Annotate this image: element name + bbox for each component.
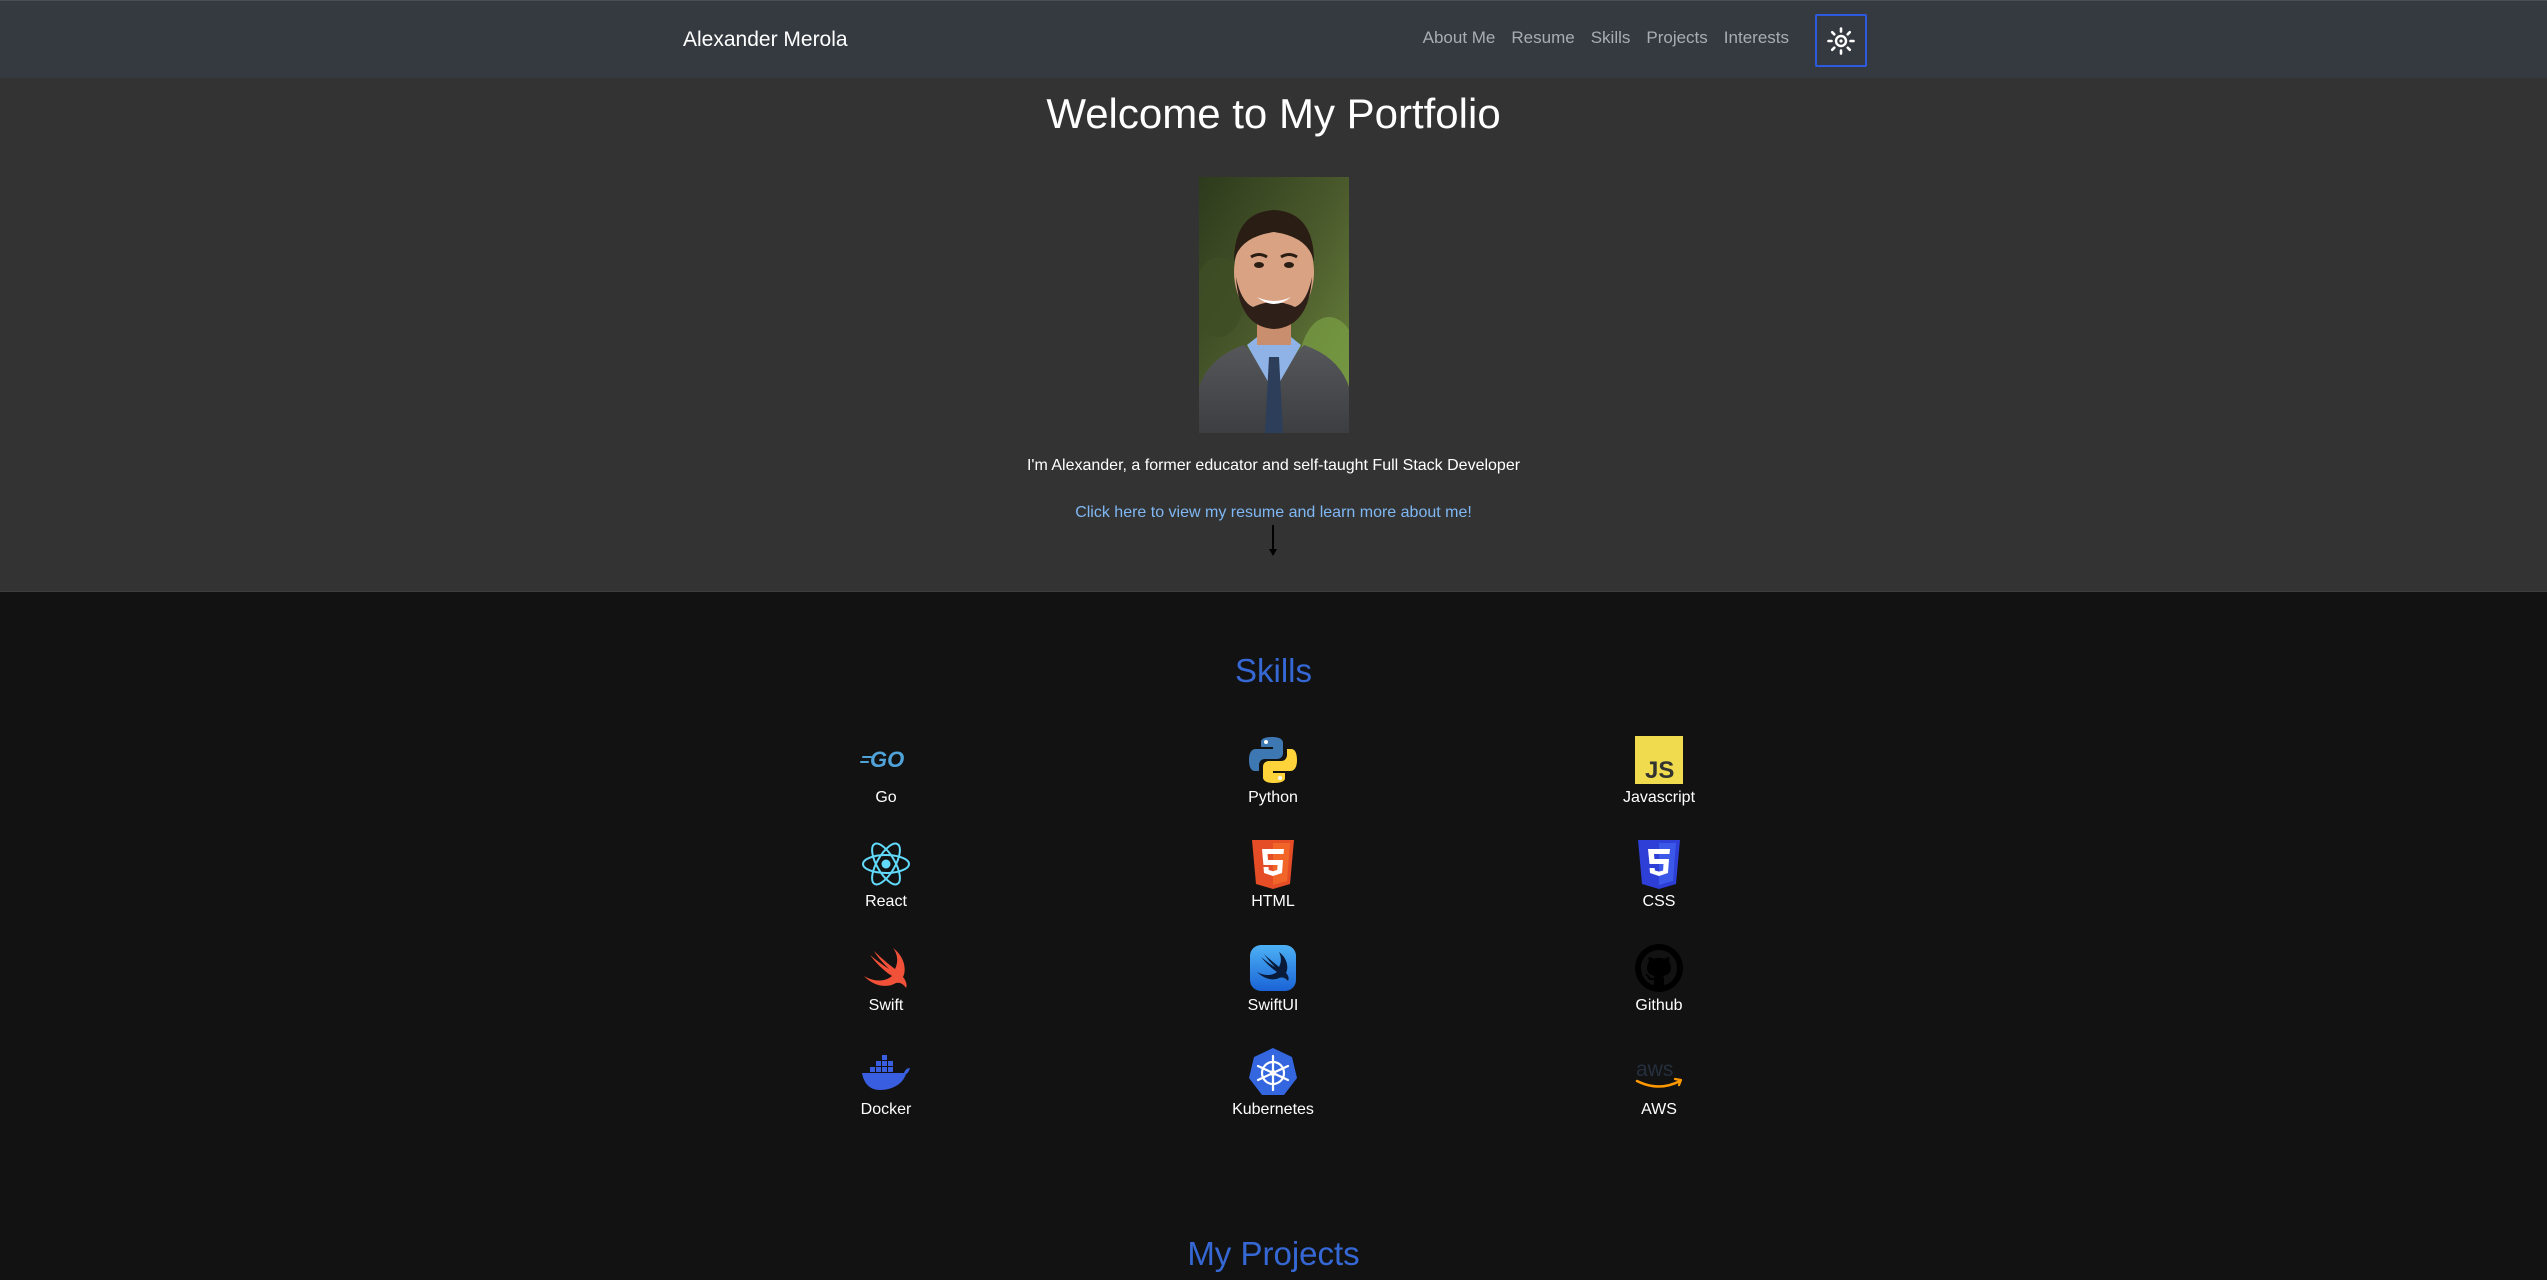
skill-go: GO Go [806,734,966,808]
svg-text:aws: aws [1636,1058,1673,1081]
javascript-icon: JS [1635,736,1683,784]
top-navbar: Alexander Merola About Me Resume Skills … [0,0,2547,78]
resume-link[interactable]: Click here to view my resume and learn m… [1075,504,1472,521]
nav-links: About Me Resume Skills Projects Interest… [1415,27,1797,49]
aws-icon: aws [1635,1058,1683,1088]
nav-link-resume[interactable]: Resume [1503,27,1582,49]
skill-label: Swift [868,997,904,1014]
skill-javascript: JS Javascript [1579,734,1739,808]
html5-icon [1252,840,1294,889]
skill-label: CSS [1642,893,1676,910]
skill-css: CSS [1579,838,1739,912]
svg-text:JS: JS [1645,757,1674,784]
css3-icon [1638,840,1680,889]
skill-label: Github [1635,997,1683,1014]
hero-tagline: I'm Alexander, a former educator and sel… [1026,457,1521,474]
skill-github: Github [1579,942,1739,1016]
skill-python: Python [1193,734,1353,808]
skill-kubernetes: Kubernetes [1193,1046,1353,1120]
swift-icon [864,948,907,988]
hero-section: Welcome to My Portfolio I'm Alexander, a… [0,78,2547,592]
react-icon [862,842,910,886]
skill-label: Python [1248,789,1298,806]
skill-label: AWS [1641,1101,1677,1118]
skill-html: HTML [1193,838,1353,912]
skill-aws: aws AWS [1579,1046,1739,1120]
skill-swift: Swift [806,942,966,1016]
skill-label: Kubernetes [1232,1101,1314,1118]
skill-label: React [865,893,907,910]
skill-label: Go [875,789,897,806]
skill-swiftui: SwiftUI [1193,942,1353,1016]
skills-heading: Skills [1234,652,1312,689]
theme-toggle-button[interactable] [1815,14,1867,67]
hero-title: Welcome to My Portfolio [1046,90,1501,137]
hero-resume-link-wrap: Click here to view my resume and learn m… [0,502,2547,524]
github-icon [1635,944,1683,992]
nav-link-projects[interactable]: Projects [1638,27,1715,49]
nav-link-interests[interactable]: Interests [1716,27,1797,49]
swiftui-icon [1250,945,1296,991]
skill-label: Javascript [1622,789,1696,806]
go-icon: GO [860,747,904,772]
docker-icon [862,1055,910,1090]
nav-link-about-me[interactable]: About Me [1415,27,1504,49]
skill-docker: Docker [806,1046,966,1120]
python-icon [1249,737,1297,783]
brand-link[interactable]: Alexander Merola [683,26,848,54]
profile-photo [1199,177,1349,433]
skill-label: SwiftUI [1247,997,1299,1014]
skill-label: HTML [1251,893,1295,910]
skill-label: Docker [860,1101,912,1118]
sun-icon [1827,26,1855,55]
kubernetes-icon [1249,1048,1297,1095]
arrow-down-icon [1269,525,1277,556]
projects-heading: My Projects [1187,1235,1360,1272]
nav-link-skills[interactable]: Skills [1583,27,1639,49]
skill-react: React [806,838,966,912]
svg-text:GO: GO [870,747,904,772]
